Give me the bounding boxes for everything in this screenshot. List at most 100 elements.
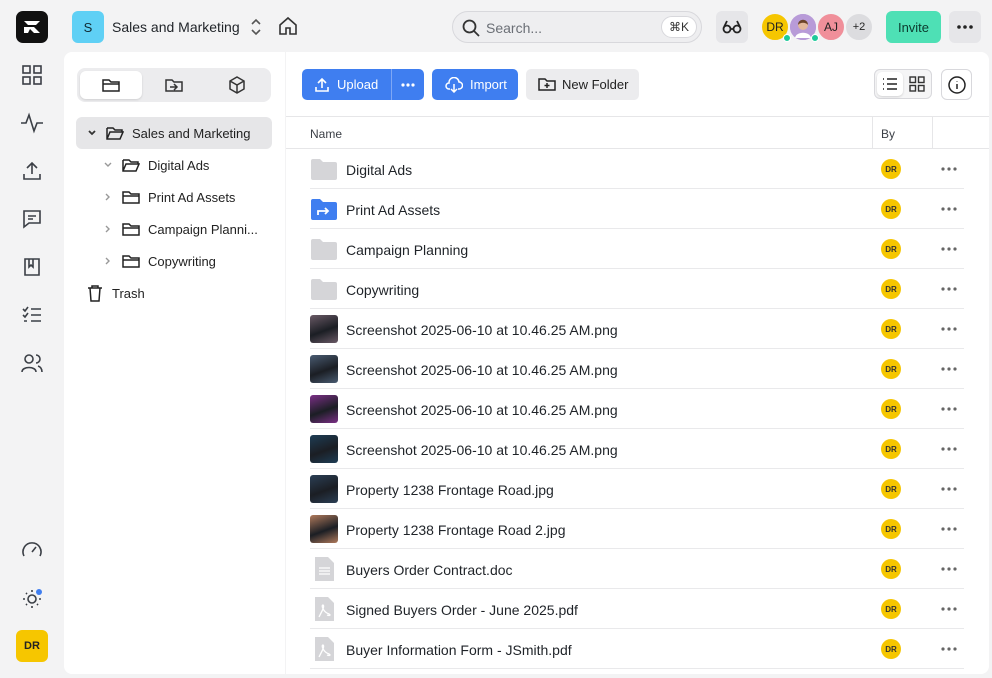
file-name[interactable]: Campaign Planning (346, 242, 468, 258)
table-row[interactable]: Screenshot 2025-06-10 at 10.46.25 AM.png… (310, 429, 964, 469)
file-name[interactable]: Screenshot 2025-06-10 at 10.46.25 AM.png (346, 442, 618, 458)
table-row[interactable]: Signed Buyers Order - June 2025.pdf DR (310, 589, 964, 629)
column-divider (872, 117, 873, 149)
file-name[interactable]: Buyer Information Form - JSmith.pdf (346, 642, 572, 658)
more-options-icon[interactable] (949, 11, 981, 43)
tree-item-print-ad-assets[interactable]: Print Ad Assets (76, 181, 272, 213)
import-button[interactable]: Import (432, 69, 518, 100)
tree-item-label: Campaign Planni... (148, 221, 258, 237)
chevron-right-icon[interactable] (100, 224, 116, 234)
row-more-icon[interactable] (940, 439, 958, 459)
tree-item-sales-and-marketing[interactable]: Sales and Marketing (76, 117, 272, 149)
glasses-icon[interactable] (716, 11, 748, 43)
tree-item-copywriting[interactable]: Copywriting (76, 245, 272, 277)
package-icon[interactable] (206, 71, 268, 99)
file-name[interactable]: Property 1238 Frontage Road 2.jpg (346, 522, 565, 538)
file-name[interactable]: Print Ad Assets (346, 202, 440, 218)
grid-icon[interactable] (18, 61, 46, 89)
file-name[interactable]: Screenshot 2025-06-10 at 10.46.25 AM.png (346, 402, 618, 418)
app-logo[interactable] (16, 11, 48, 43)
row-more-icon[interactable] (940, 479, 958, 499)
chevron-down-icon[interactable] (100, 160, 116, 170)
file-name[interactable]: Digital Ads (346, 162, 412, 178)
workspace-badge[interactable]: S (72, 11, 104, 43)
search-input[interactable]: Search... (486, 20, 542, 36)
users-icon[interactable] (18, 349, 46, 377)
checklist-icon[interactable] (18, 301, 46, 329)
list-view-icon[interactable] (877, 72, 903, 96)
row-more-icon[interactable] (940, 199, 958, 219)
chevron-right-icon[interactable] (100, 256, 116, 266)
search-bar[interactable]: Search... ⌘K (452, 11, 702, 43)
row-more-icon[interactable] (940, 359, 958, 379)
row-more-icon[interactable] (940, 639, 958, 659)
table-row[interactable]: Buyer Information Form - JSmith.pdf DR (310, 629, 964, 669)
table-row[interactable]: Screenshot 2025-06-10 at 10.46.25 AM.png… (310, 309, 964, 349)
tree-item-trash[interactable]: Trash (76, 277, 272, 309)
file-name[interactable]: Buyers Order Contract.doc (346, 562, 513, 578)
pdf-icon (310, 637, 338, 661)
workspace-switch-icon[interactable] (248, 17, 264, 40)
shared-folder-icon[interactable] (143, 71, 205, 99)
folder-view-icon[interactable] (80, 71, 142, 99)
table-row[interactable]: Property 1238 Frontage Road.jpg DR (310, 469, 964, 509)
left-rail: DR (0, 0, 64, 678)
row-more-icon[interactable] (940, 399, 958, 419)
owner-avatar: DR (881, 639, 901, 659)
table-row[interactable]: Campaign Planning DR (310, 229, 964, 269)
workspace-name[interactable]: Sales and Marketing (112, 19, 240, 35)
file-name[interactable]: Screenshot 2025-06-10 at 10.46.25 AM.png (346, 362, 618, 378)
cloud-download-icon (445, 76, 463, 93)
new-folder-button[interactable]: New Folder (526, 69, 639, 100)
upload-more-icon[interactable] (391, 69, 424, 100)
invite-button[interactable]: Invite (886, 11, 941, 43)
owner-avatar: DR (881, 519, 901, 539)
table-row[interactable]: Digital Ads DR (310, 149, 964, 189)
column-by-header[interactable]: By (881, 127, 895, 141)
sun-icon[interactable] (18, 584, 46, 612)
home-icon[interactable] (277, 15, 299, 40)
table-row[interactable]: Property 1238 Frontage Road 2.jpg DR (310, 509, 964, 549)
table-row[interactable]: Buyers Order Contract.doc DR (310, 549, 964, 589)
file-name[interactable]: Screenshot 2025-06-10 at 10.46.25 AM.png (346, 322, 618, 338)
row-more-icon[interactable] (940, 599, 958, 619)
row-more-icon[interactable] (940, 279, 958, 299)
owner-avatar: DR (881, 199, 901, 219)
book-icon[interactable] (18, 253, 46, 281)
chevron-right-icon[interactable] (100, 192, 116, 202)
more-collaborators-count[interactable]: +2 (844, 12, 874, 42)
tree-item-label: Sales and Marketing (132, 125, 251, 141)
file-name[interactable]: Copywriting (346, 282, 419, 298)
folder-tree-panel: Sales and Marketing Digital Ads Print Ad… (64, 52, 285, 674)
file-name[interactable]: Signed Buyers Order - June 2025.pdf (346, 602, 578, 618)
upload-icon[interactable] (18, 157, 46, 185)
gauge-icon[interactable] (18, 536, 46, 564)
table-row[interactable]: Screenshot 2025-06-10 at 10.46.25 AM.png… (310, 389, 964, 429)
tree-item-digital-ads[interactable]: Digital Ads (76, 149, 272, 181)
row-more-icon[interactable] (940, 519, 958, 539)
row-more-icon[interactable] (940, 319, 958, 339)
upload-button[interactable]: Upload (302, 69, 392, 100)
column-name-header[interactable]: Name (310, 127, 342, 141)
user-avatar[interactable]: DR (16, 630, 48, 662)
row-more-icon[interactable] (940, 159, 958, 179)
row-more-icon[interactable] (940, 239, 958, 259)
message-icon[interactable] (18, 205, 46, 233)
row-more-icon[interactable] (940, 559, 958, 579)
collaborator-avatar[interactable]: AJ (816, 12, 846, 42)
folder-icon (310, 157, 338, 181)
document-icon (310, 557, 338, 581)
grid-view-icon[interactable] (904, 72, 930, 96)
chevron-down-icon[interactable] (84, 128, 100, 138)
image-thumbnail (310, 515, 338, 543)
info-icon[interactable] (941, 69, 972, 100)
table-row[interactable]: Copywriting DR (310, 269, 964, 309)
table-row[interactable]: Screenshot 2025-06-10 at 10.46.25 AM.png… (310, 349, 964, 389)
tree-item-campaign-planning[interactable]: Campaign Planni... (76, 213, 272, 245)
activity-icon[interactable] (18, 109, 46, 137)
owner-avatar: DR (881, 319, 901, 339)
file-name[interactable]: Property 1238 Frontage Road.jpg (346, 482, 554, 498)
import-label: Import (470, 77, 507, 92)
new-folder-label: New Folder (562, 77, 629, 92)
table-row[interactable]: Print Ad Assets DR (310, 189, 964, 229)
